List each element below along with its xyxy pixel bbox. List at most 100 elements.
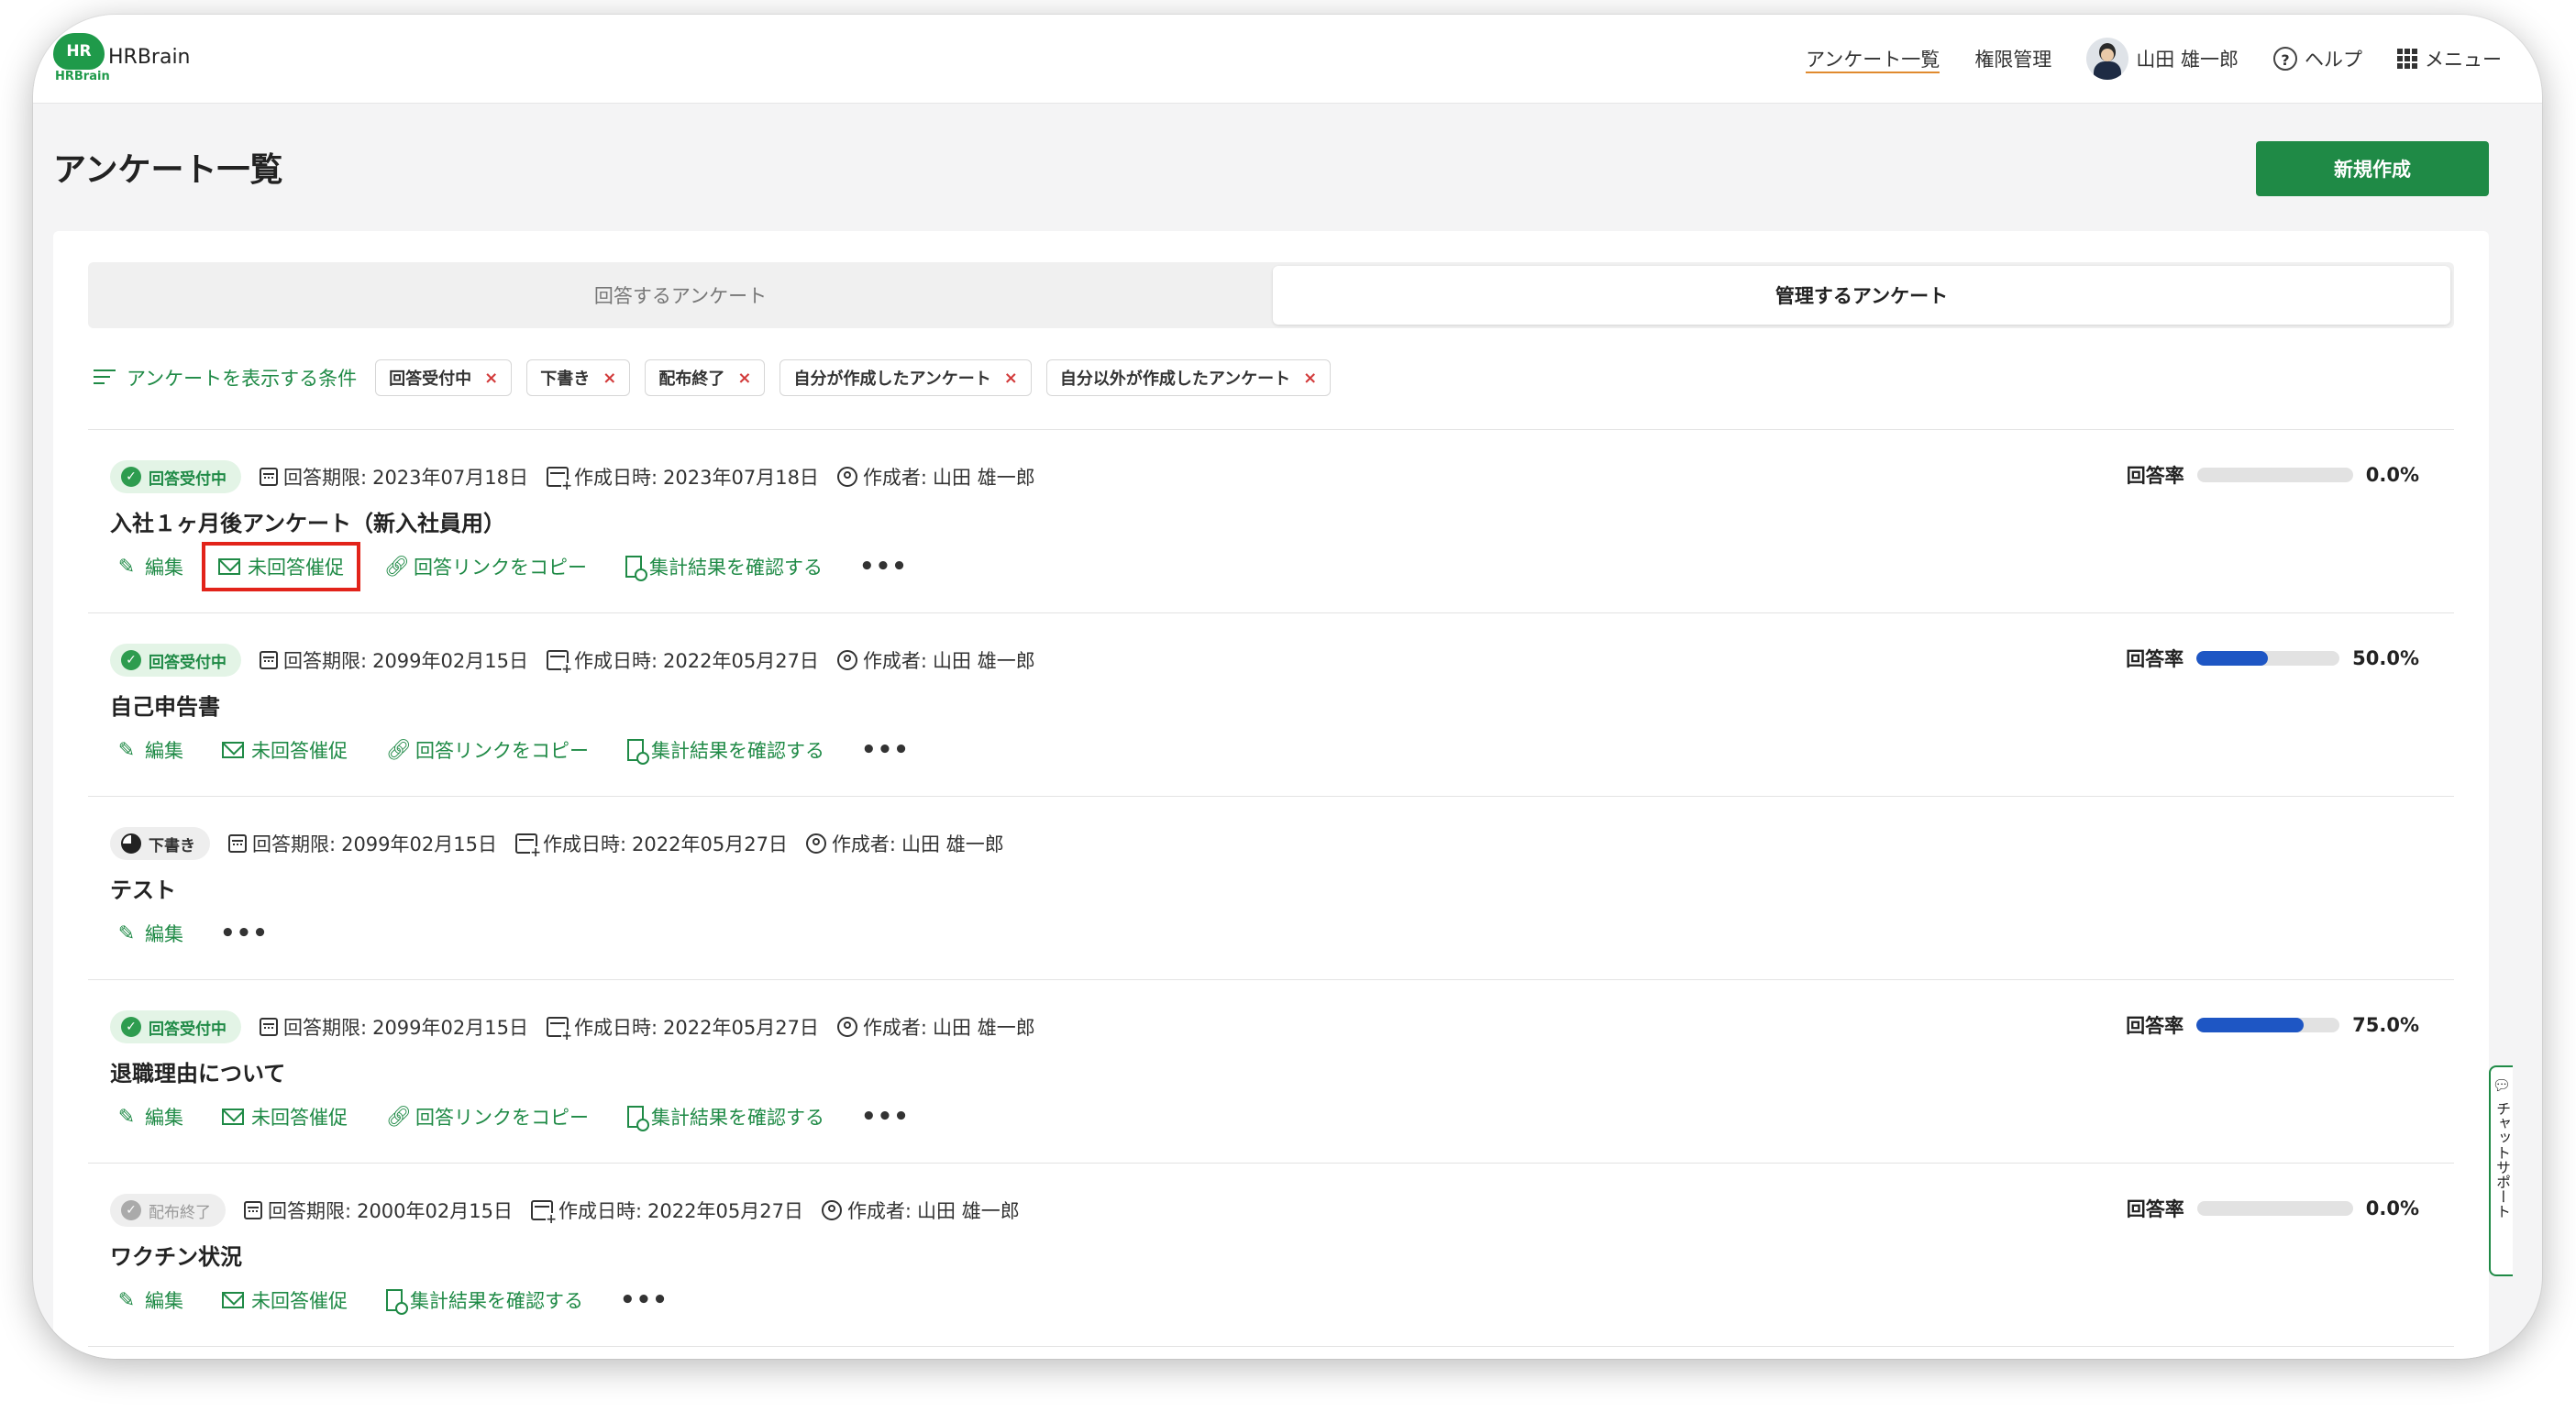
filter-conditions-button[interactable]: アンケートを表示する条件: [94, 364, 357, 392]
status-label: 下書き: [149, 836, 195, 855]
view-results-button[interactable]: 集計結果を確認する: [381, 1279, 589, 1321]
copy-link-button[interactable]: 🔗︎ 回答リンクをコピー: [381, 729, 594, 771]
edit-button[interactable]: ✎ 編集: [110, 729, 189, 771]
created-prefix: 作成日時:: [542, 833, 627, 855]
new-survey-button[interactable]: 新規作成: [2256, 141, 2489, 196]
created-at: 作成日時:2022年05月27日: [530, 1197, 803, 1226]
created-prefix: 作成日時:: [573, 650, 658, 672]
close-icon[interactable]: ×: [603, 369, 616, 388]
remind-unanswered-button[interactable]: 未回答催促: [202, 542, 360, 591]
remind-label: 未回答催促: [251, 1107, 348, 1129]
survey-title[interactable]: テスト: [110, 872, 176, 904]
filter-chip[interactable]: 配布終了 ×: [645, 359, 766, 396]
deadline: 回答期限: 2023年07月18日: [260, 463, 528, 491]
filter-chip[interactable]: 自分以外が作成したアンケート ×: [1045, 359, 1332, 396]
app-window: HR HRBrain HRBrain アンケート一覧 権限管理 山田 雄一郎 ?…: [33, 15, 2542, 1359]
close-icon[interactable]: ×: [1004, 369, 1018, 388]
survey-meta: ✓ 配布終了 回答期限:2000年02月15日 作成日時:2022年05月27日…: [110, 1193, 1020, 1228]
filter-chip[interactable]: 自分が作成したアンケート ×: [779, 359, 1032, 396]
calendar-add-icon: [514, 833, 541, 859]
check-icon: ✓: [121, 467, 141, 487]
view-results-button[interactable]: 集計結果を確認する: [622, 1096, 830, 1138]
check-icon: ✓: [121, 650, 141, 670]
survey-title[interactable]: 入社１ヶ月後アンケート（新入社員用）: [110, 505, 505, 537]
remind-unanswered-button[interactable]: 未回答催促: [216, 1279, 353, 1321]
status-label: 配布終了: [149, 1203, 211, 1222]
author-prefix: 作成者:: [862, 650, 928, 672]
close-icon[interactable]: ×: [484, 369, 498, 388]
author: 作成者: 山田 雄一郎: [805, 830, 1004, 857]
response-rate: 回答率 75.0%: [2126, 1011, 2419, 1039]
copy-link-button[interactable]: 🔗︎ 回答リンクをコピー: [379, 546, 592, 588]
results-label: 集計結果を確認する: [651, 740, 824, 762]
more-options-icon[interactable]: •••: [861, 1103, 910, 1131]
more-options-icon[interactable]: •••: [861, 736, 910, 764]
calendar-add-icon: [546, 1017, 572, 1042]
remind-unanswered-button[interactable]: 未回答催促: [216, 729, 353, 771]
rate-label: 回答率: [2126, 1015, 2184, 1037]
more-options-icon[interactable]: •••: [620, 1286, 669, 1314]
tab-answer-surveys[interactable]: 回答するアンケート: [88, 262, 1273, 328]
document-search-icon: [627, 739, 649, 765]
view-results-button[interactable]: 集計結果を確認する: [620, 546, 828, 588]
survey-row: 下書き 回答期限:2099年02月15日 作成日時:2022年05月27日 作成…: [88, 797, 2454, 980]
chip-label: 自分が作成したアンケート: [793, 370, 991, 389]
results-label: 集計結果を確認する: [651, 1107, 824, 1129]
filter-lines-icon: [94, 370, 116, 386]
nav-permissions[interactable]: 権限管理: [1974, 15, 2051, 103]
copy-link-button[interactable]: 🔗︎ 回答リンクをコピー: [381, 1096, 594, 1138]
filter-chip[interactable]: 回答受付中 ×: [375, 359, 513, 396]
mail-icon: [222, 1292, 244, 1308]
edit-button[interactable]: ✎ 編集: [110, 912, 189, 954]
nav-help[interactable]: ? ヘルプ: [2273, 15, 2362, 103]
help-icon: ?: [2273, 47, 2297, 71]
edit-button[interactable]: ✎ 編集: [110, 1279, 189, 1321]
pencil-icon: ✎: [117, 921, 136, 945]
close-icon[interactable]: ×: [1303, 369, 1317, 388]
user-name: 山田 雄一郎: [2136, 49, 2239, 71]
calendar-add-icon: [546, 650, 572, 676]
user-icon: [805, 833, 826, 854]
link-icon: 🔗︎: [386, 738, 412, 762]
chat-support-label: チャットサポート: [2493, 1101, 2511, 1219]
nav-survey-list[interactable]: アンケート一覧: [1806, 15, 1940, 103]
chat-support-tab[interactable]: 💬︎ チャットサポート: [2489, 1065, 2513, 1276]
rate-value: 0.0%: [2365, 464, 2419, 486]
more-options-icon[interactable]: •••: [220, 920, 269, 947]
created-value: 2023年07月18日: [663, 467, 819, 489]
filter-chip[interactable]: 下書き ×: [526, 359, 631, 396]
edit-button[interactable]: ✎ 編集: [110, 1096, 189, 1138]
survey-title[interactable]: 退職理由について: [110, 1055, 285, 1087]
status-badge: 下書き: [110, 827, 210, 860]
status-label: 回答受付中: [149, 469, 227, 489]
close-icon[interactable]: ×: [737, 369, 751, 388]
created-prefix: 作成日時:: [558, 1200, 643, 1222]
remind-label: 未回答催促: [248, 557, 344, 579]
more-options-icon[interactable]: •••: [859, 553, 908, 580]
edit-button[interactable]: ✎ 編集: [110, 546, 189, 588]
filter-bar: アンケートを表示する条件 回答受付中 × 下書き × 配布終了 × 自分が作成したアン…: [94, 359, 1332, 396]
rate-value: 0.0%: [2365, 1197, 2419, 1219]
logo-sub: HRBrain: [55, 70, 110, 83]
created-prefix: 作成日時:: [573, 467, 658, 489]
remind-unanswered-button[interactable]: 未回答催促: [216, 1096, 353, 1138]
document-search-icon: [627, 1106, 649, 1131]
rate-bar: [2196, 1018, 2340, 1032]
calendar-add-icon: [530, 1200, 557, 1226]
tab-manage-surveys[interactable]: 管理するアンケート: [1273, 266, 2450, 325]
view-results-button[interactable]: 集計結果を確認する: [622, 729, 830, 771]
survey-title[interactable]: 自己申告書: [110, 689, 220, 721]
nav-user[interactable]: 山田 雄一郎: [2086, 15, 2239, 103]
logo-mark: HR: [53, 33, 105, 70]
status-badge: ✓ 回答受付中: [110, 460, 241, 493]
check-icon: ✓: [121, 1200, 141, 1220]
survey-title[interactable]: ワクチン状況: [110, 1239, 242, 1271]
survey-actions: ✎ 編集 •••: [110, 910, 269, 956]
survey-actions: ✎ 編集 未回答催促 🔗︎ 回答リンクをコピー 集計結果を確認する •••: [110, 542, 908, 591]
created-at: 作成日時:2022年05月27日: [546, 1013, 819, 1042]
created-prefix: 作成日時:: [573, 1017, 658, 1039]
filter-label: アンケートを表示する条件: [127, 368, 358, 390]
nav-menu[interactable]: メニュー: [2397, 15, 2502, 103]
hrbrain-logo[interactable]: HR HRBrain: [53, 33, 110, 84]
author: 作成者: 山田 雄一郎: [821, 1197, 1020, 1224]
